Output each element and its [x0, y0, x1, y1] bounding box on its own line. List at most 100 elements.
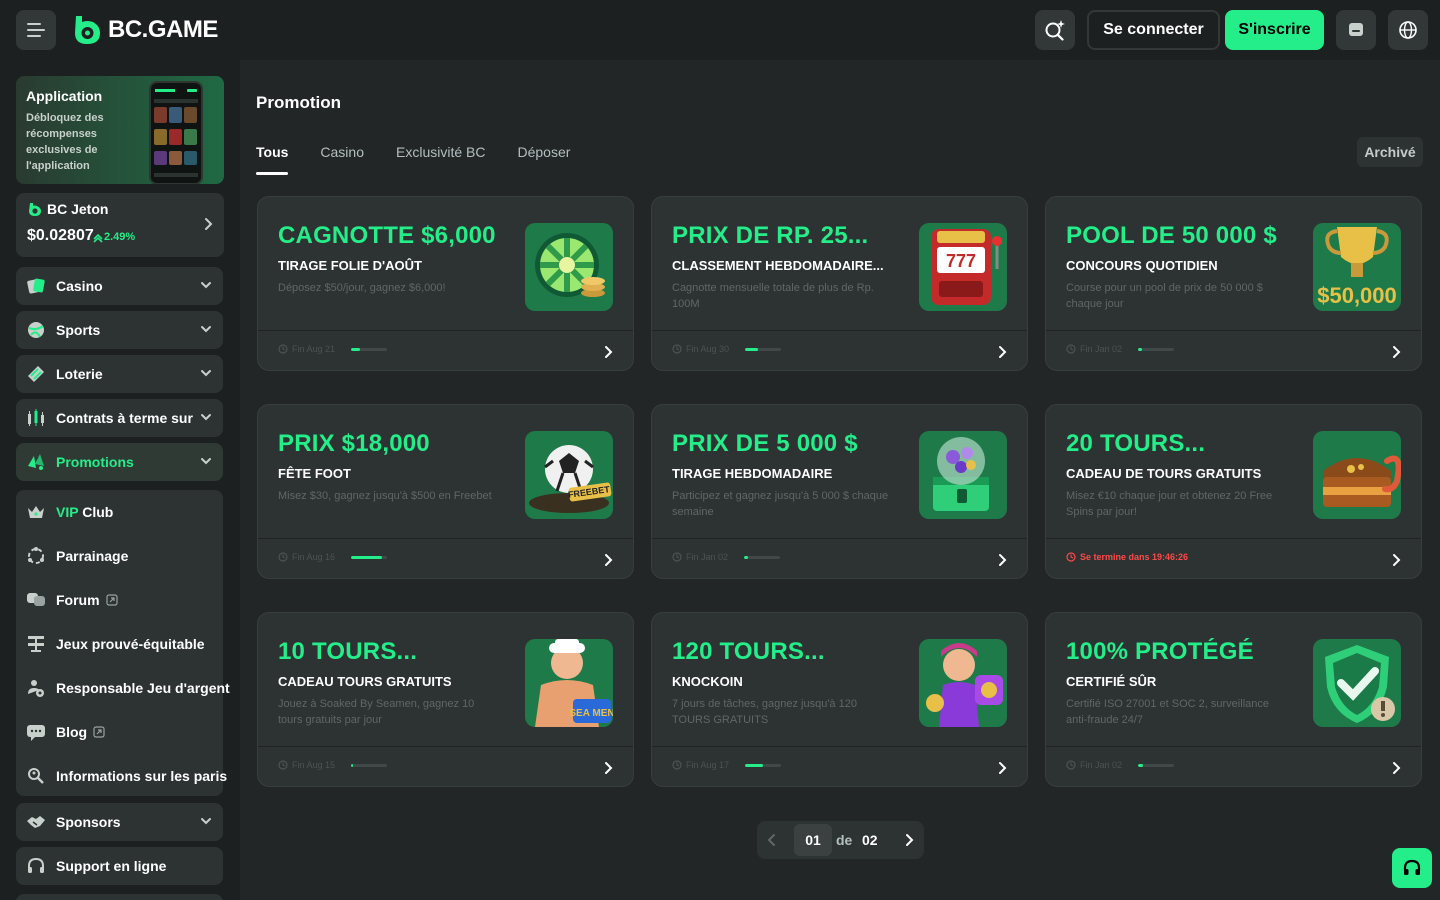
- clock-icon: [278, 760, 288, 770]
- sidebar-item-sports[interactable]: Sports: [16, 311, 223, 349]
- vip-crown-icon: [26, 502, 46, 522]
- live-support-button[interactable]: [1392, 848, 1432, 888]
- clock-icon: [1066, 552, 1076, 562]
- promo-progress-bar: [1138, 763, 1175, 767]
- promo-title: 20 TOURS...: [1066, 430, 1206, 457]
- sidebar-item-label: Forum: [56, 592, 100, 608]
- vip-label: VIP: [56, 504, 79, 520]
- bc-jeton-card[interactable]: BC Jeton $0.02807 2.49%: [16, 193, 224, 257]
- chevron-right-icon[interactable]: [604, 761, 614, 775]
- promo-progress-fill: [1138, 763, 1144, 767]
- promo-footer: Fin Aug 17: [672, 760, 782, 770]
- sidebar-item-blog[interactable]: Blog: [16, 710, 231, 754]
- tab-casino[interactable]: Casino: [320, 144, 364, 175]
- chevron-right-icon[interactable]: [998, 345, 1008, 359]
- chevron-right-icon[interactable]: [1392, 761, 1402, 775]
- app-download-card[interactable]: Application Débloquez des récompenses ex…: [16, 76, 224, 184]
- total-pages: 02: [862, 832, 878, 848]
- register-button[interactable]: S'inscrire: [1225, 10, 1324, 50]
- current-page[interactable]: 01: [794, 824, 832, 856]
- promo-card[interactable]: PRIX $18,000 FÊTE FOOT Misez $30, gagnez j…: [257, 404, 634, 579]
- login-button[interactable]: Se connecter: [1087, 10, 1220, 50]
- tab-all[interactable]: Tous: [256, 144, 289, 175]
- promo-image-lottery-balls: [919, 431, 1007, 519]
- app-card-description: Débloquez des récompenses exclusives de …: [26, 112, 104, 172]
- archive-button[interactable]: Archivé: [1357, 137, 1423, 167]
- sidebar-item-lottery[interactable]: Loterie: [16, 355, 223, 393]
- sidebar-item-vip-club[interactable]: VIP Club: [16, 490, 231, 534]
- sidebar-secondary-group: VIP Club Parrainage Forum Jeux prouvé-éq…: [16, 490, 230, 796]
- chevron-right-icon[interactable]: [1392, 345, 1402, 359]
- tab-bc-exclusive[interactable]: Exclusivité BC: [396, 144, 485, 175]
- sidebar-item-label: Club: [82, 504, 114, 520]
- promo-card[interactable]: 20 TOURS... CADEAU DE TOURS GRATUITS Misez…: [1045, 404, 1422, 579]
- bc-token-icon: [29, 203, 41, 216]
- chevron-left-icon[interactable]: [765, 832, 779, 848]
- promo-progress-fill: [1138, 347, 1142, 351]
- promo-card[interactable]: PRIX DE RP. 25... CLASSEMENT HEBDOMADAIRE…: [651, 196, 1028, 371]
- promo-card[interactable]: CAGNOTTE $6,000 TIRAGE FOLIE D'AOÛT Dépose…: [257, 196, 634, 371]
- language-button[interactable]: [1388, 10, 1428, 50]
- clock-icon: [672, 760, 682, 770]
- clock-icon: [278, 552, 288, 562]
- promo-card[interactable]: 120 TOURS... KNOCKOIN 7 jours de tâches, g…: [651, 612, 1028, 787]
- sidebar-item-label: Contrats à terme sur: [56, 410, 193, 426]
- bc-game-logo[interactable]: BC.GAME: [72, 14, 218, 46]
- chat-button[interactable]: [1336, 10, 1376, 50]
- sidebar-item-label: Sports: [56, 322, 101, 338]
- promo-end-date: Fin Aug 21: [292, 344, 336, 354]
- forum-icon: [26, 590, 46, 610]
- card-divider: [652, 538, 1027, 539]
- sidebar-item-responsible-gambling[interactable]: Responsable Jeu d'argent: [16, 666, 231, 710]
- sidebar-item-casino[interactable]: Casino: [16, 267, 223, 305]
- chevron-right-icon[interactable]: [902, 832, 916, 848]
- tab-deposit[interactable]: Déposer: [517, 144, 570, 175]
- chevron-right-icon[interactable]: [1392, 553, 1402, 567]
- promo-card[interactable]: POOL DE 50 000 $ CONCOURS QUOTIDIEN Course…: [1045, 196, 1422, 371]
- sidebar-item-live-support[interactable]: Support en ligne: [16, 847, 223, 885]
- sidebar-item-sponsors[interactable]: Sponsors: [16, 803, 223, 841]
- promo-card[interactable]: PRIX DE 5 000 $ TIRAGE HEBDOMADAIRE Partic…: [651, 404, 1028, 579]
- sidebar: Application Débloquez des récompenses ex…: [0, 60, 240, 900]
- promo-progress-fill: [351, 347, 361, 351]
- sidebar-item-promotions[interactable]: Promotions: [16, 443, 223, 481]
- promo-progress-bar: [1138, 347, 1175, 351]
- chevron-right-icon: [205, 218, 213, 230]
- promo-footer: Fin Aug 30: [672, 344, 782, 354]
- sidebar-item-futures[interactable]: Contrats à terme sur: [16, 399, 223, 437]
- promo-card[interactable]: 100% PROTÉGÉ CERTIFIÉ SÛR Certifié ISO 270…: [1045, 612, 1422, 787]
- promo-title: 120 TOURS...: [672, 638, 825, 665]
- promo-subtitle: FÊTE FOOT: [278, 466, 351, 481]
- bet-info-icon: [26, 766, 46, 786]
- sidebar-item-label: Responsable Jeu d'argent: [56, 680, 230, 696]
- sidebar-next-item[interactable]: [16, 894, 223, 900]
- search-button[interactable]: [1035, 10, 1075, 50]
- sidebar-item-provably-fair[interactable]: Jeux prouvé-équitable: [16, 622, 231, 666]
- chevron-right-icon[interactable]: [998, 553, 1008, 567]
- promo-subtitle: CONCOURS QUOTIDIEN: [1066, 258, 1218, 273]
- sidebar-item-referral[interactable]: Parrainage: [16, 534, 231, 578]
- chevron-right-icon[interactable]: [604, 553, 614, 567]
- promo-end-date: Fin Aug 30: [686, 344, 730, 354]
- promo-footer: Fin Jan 02: [1066, 344, 1175, 354]
- chevron-right-icon[interactable]: [604, 345, 614, 359]
- promo-end-date: Se termine dans 19:46:26: [1080, 552, 1189, 562]
- promo-title: 10 TOURS...: [278, 638, 418, 665]
- referral-icon: [26, 546, 46, 566]
- chevron-right-icon[interactable]: [998, 761, 1008, 775]
- clock-icon: [672, 344, 682, 354]
- promo-end-date: Fin Jan 02: [686, 552, 729, 562]
- chevron-down-icon: [201, 414, 211, 421]
- sidebar-item-label: Informations sur les paris: [56, 768, 228, 784]
- promo-progress-bar: [745, 763, 782, 767]
- sidebar-item-bet-info[interactable]: Informations sur les paris: [16, 754, 231, 798]
- menu-toggle-button[interactable]: [16, 10, 56, 50]
- sidebar-item-forum[interactable]: Forum: [16, 578, 231, 622]
- promo-card[interactable]: 10 TOURS... CADEAU TOURS GRATUITS Jouez à …: [257, 612, 634, 787]
- promo-subtitle: TIRAGE HEBDOMADAIRE: [672, 466, 833, 481]
- promo-image-trophy-50000: $50,000: [1313, 223, 1401, 311]
- sidebar-item-label: Support en ligne: [56, 858, 167, 874]
- promo-footer: Fin Aug 15: [278, 760, 388, 770]
- promo-title: 100% PROTÉGÉ: [1066, 638, 1254, 665]
- futures-icon: [26, 408, 46, 428]
